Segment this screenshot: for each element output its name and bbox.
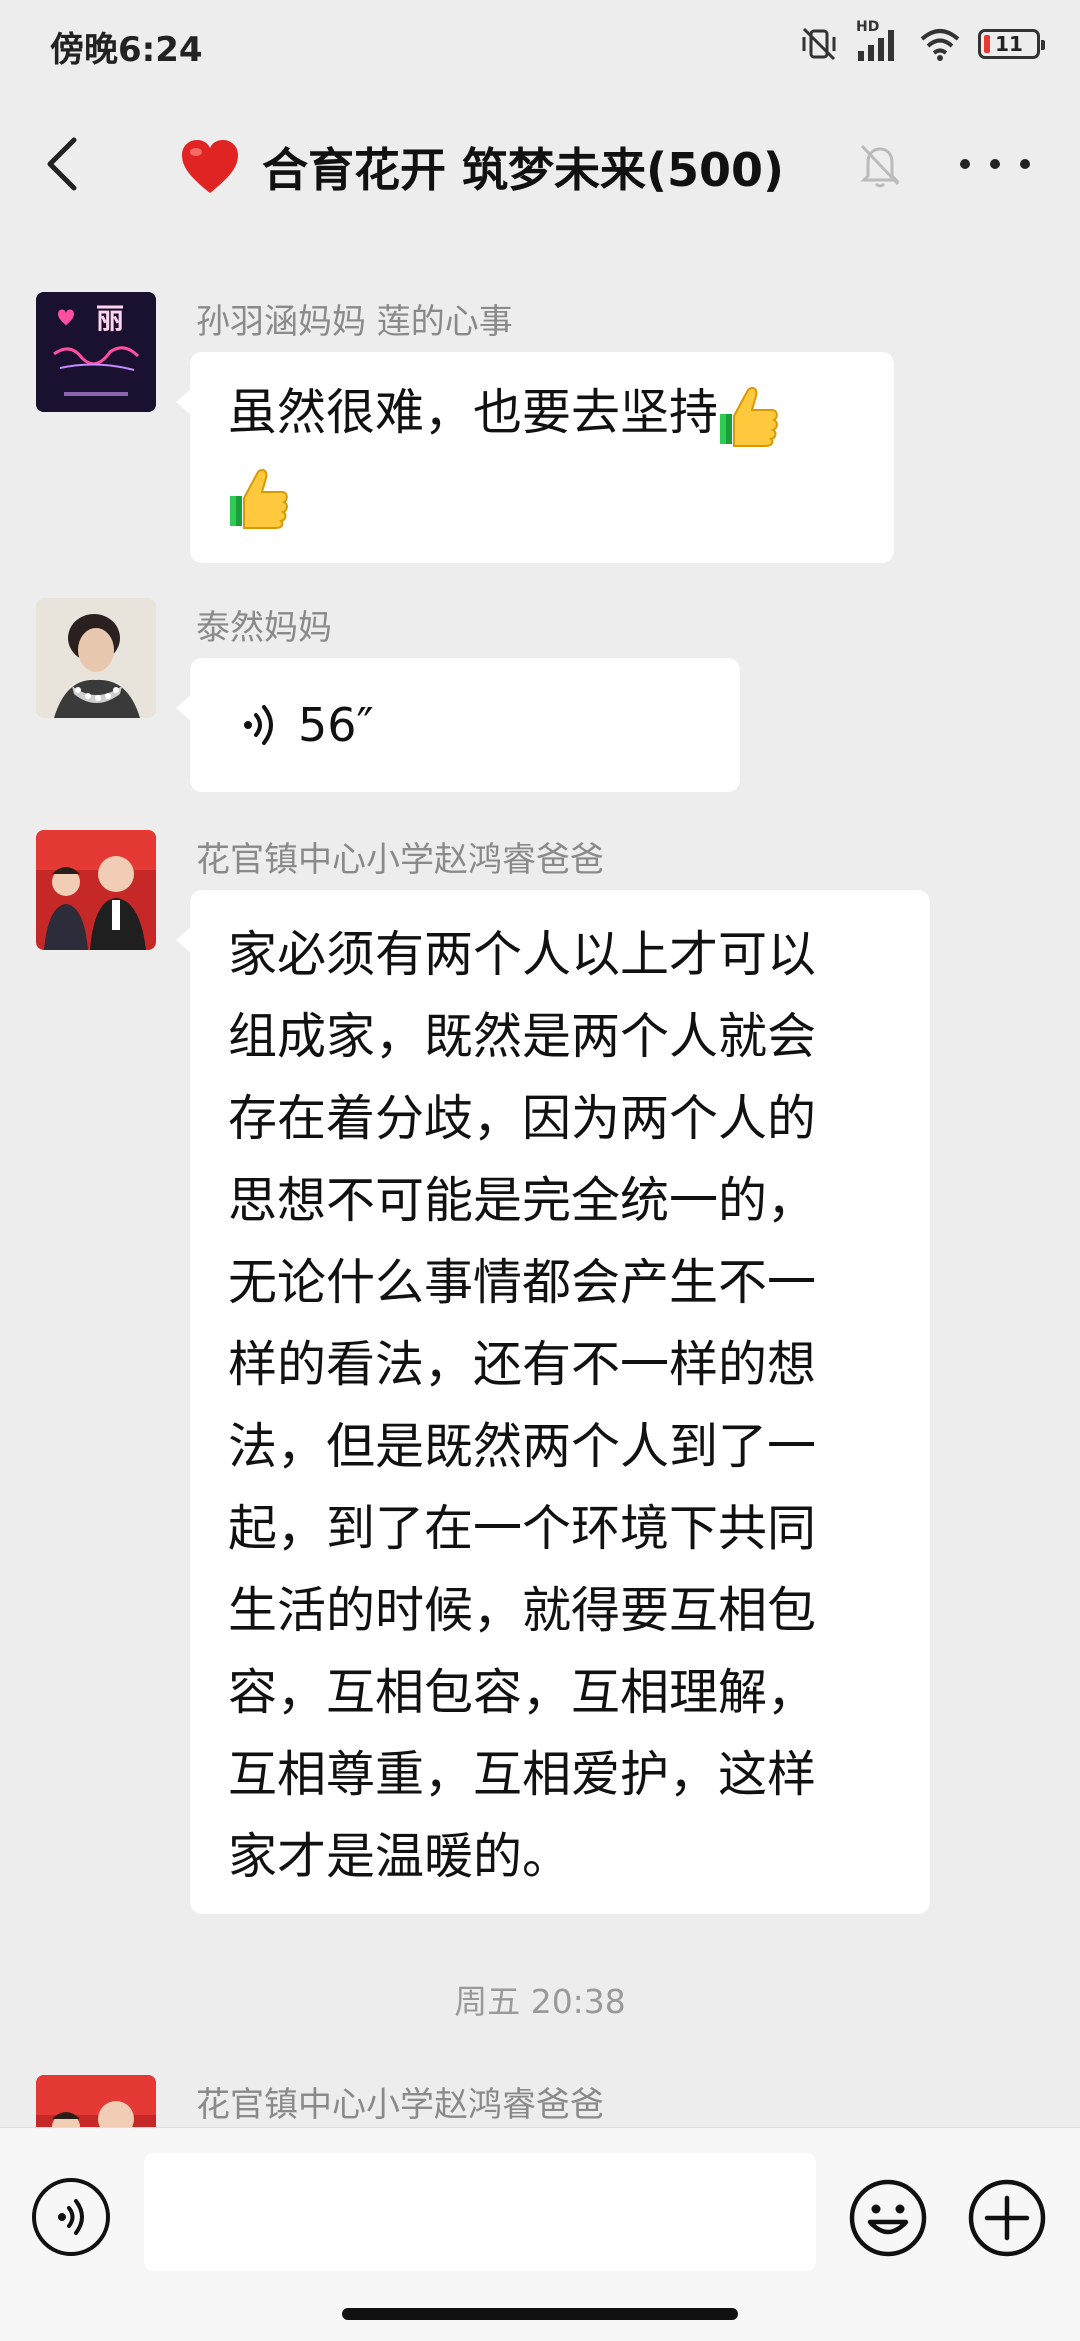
- group-name: 合育花开 筑梦未来(500): [262, 143, 785, 197]
- plus-circle-icon[interactable]: [967, 2178, 1047, 2258]
- voice-mode-icon: [58, 2199, 84, 2235]
- thumbs-up-icon: [230, 468, 288, 529]
- status-time: 傍晚6:24: [50, 30, 203, 70]
- message-line: 互相尊重，互相爱护，这样: [228, 1746, 817, 1803]
- chat-header: 合育花开 筑梦未来(500): [0, 92, 1080, 242]
- message-line: 虽然很难，也要去坚持: [228, 384, 719, 441]
- timestamp: 周五 20:38: [454, 1982, 626, 2021]
- home-indicator[interactable]: [342, 2308, 738, 2320]
- more-button[interactable]: [960, 144, 1030, 184]
- message-line: 家必须有两个人以上才可以: [228, 926, 817, 983]
- message-bubble[interactable]: 虽然很难，也要去坚持: [176, 352, 894, 563]
- message-item: 丽 孙羽涵妈妈 莲的心事 虽然很难，也要去坚持: [36, 292, 1036, 572]
- status-bar: 傍晚6:24 HD 11: [0, 0, 1080, 92]
- status-icons: HD 11: [800, 19, 1045, 66]
- message-item: 花官镇中心小学赵鸿睿爸爸: [36, 2075, 1036, 2127]
- red-heart-icon: [182, 140, 238, 193]
- message-line: 容，互相包容，互相理解，: [228, 1664, 817, 1721]
- sender-name: 泰然妈妈: [196, 608, 332, 648]
- voice-duration: 56″: [298, 698, 374, 752]
- message-input[interactable]: [144, 2153, 816, 2271]
- message-item: 花官镇中心小学赵鸿睿爸爸 家必须有两个人以上才可以 组成家，既然是两个人就会 存…: [36, 830, 1036, 1920]
- message-text: 虽然很难，也要去坚持: [228, 372, 856, 536]
- message-line: 无论什么事情都会产生不一: [228, 1254, 817, 1311]
- avatar-text: 丽: [96, 302, 124, 335]
- battery-icon: 11: [978, 29, 1045, 59]
- voice-mode-button[interactable]: [32, 2178, 110, 2256]
- message-line: 家才是温暖的。: [228, 1828, 572, 1885]
- sender-name: 花官镇中心小学赵鸿睿爸爸: [196, 2085, 604, 2125]
- emoji-smile-icon[interactable]: [848, 2178, 928, 2258]
- wifi-icon: [920, 29, 960, 61]
- message-line: 组成家，既然是两个人就会: [228, 1008, 817, 1065]
- bell-off-icon: [860, 144, 900, 188]
- sender-name: 孙羽涵妈妈 莲的心事: [196, 302, 513, 342]
- message-line: 思想不可能是完全统一的，: [228, 1172, 817, 1229]
- voice-message-bubble[interactable]: 56″: [176, 658, 740, 792]
- message-line: 起，到了在一个环境下共同: [228, 1500, 817, 1557]
- avatar[interactable]: 丽: [36, 292, 156, 412]
- thumbs-up-icon: [720, 386, 778, 447]
- avatar[interactable]: [36, 2075, 156, 2127]
- voice-wave-icon: [244, 705, 273, 745]
- avatar[interactable]: [36, 598, 156, 718]
- avatar[interactable]: [36, 830, 156, 950]
- message-item: 泰然妈妈 56″: [36, 598, 1036, 798]
- more-dots-icon: [960, 159, 970, 169]
- message-text: 家必须有两个人以上才可以 组成家，既然是两个人就会 存在着分歧，因为两个人的 思…: [228, 914, 892, 1898]
- battery-level: 11: [995, 32, 1023, 56]
- vibrate-off-icon: [802, 27, 836, 61]
- chat-title: 合育花开 筑梦未来(500): [180, 132, 784, 202]
- message-line: 存在着分歧，因为两个人的: [228, 1090, 817, 1147]
- chevron-left-icon: [47, 137, 77, 191]
- message-line: 生活的时候，就得要互相包: [228, 1582, 817, 1639]
- message-line: 法，但是既然两个人到了一: [228, 1418, 817, 1475]
- message-bubble[interactable]: 家必须有两个人以上才可以 组成家，既然是两个人就会 存在着分歧，因为两个人的 思…: [176, 890, 930, 1914]
- back-button[interactable]: [30, 132, 94, 196]
- sender-name: 花官镇中心小学赵鸿睿爸爸: [196, 840, 604, 880]
- message-line: 样的看法，还有不一样的想: [228, 1336, 817, 1393]
- signal-icon: HD: [856, 19, 902, 63]
